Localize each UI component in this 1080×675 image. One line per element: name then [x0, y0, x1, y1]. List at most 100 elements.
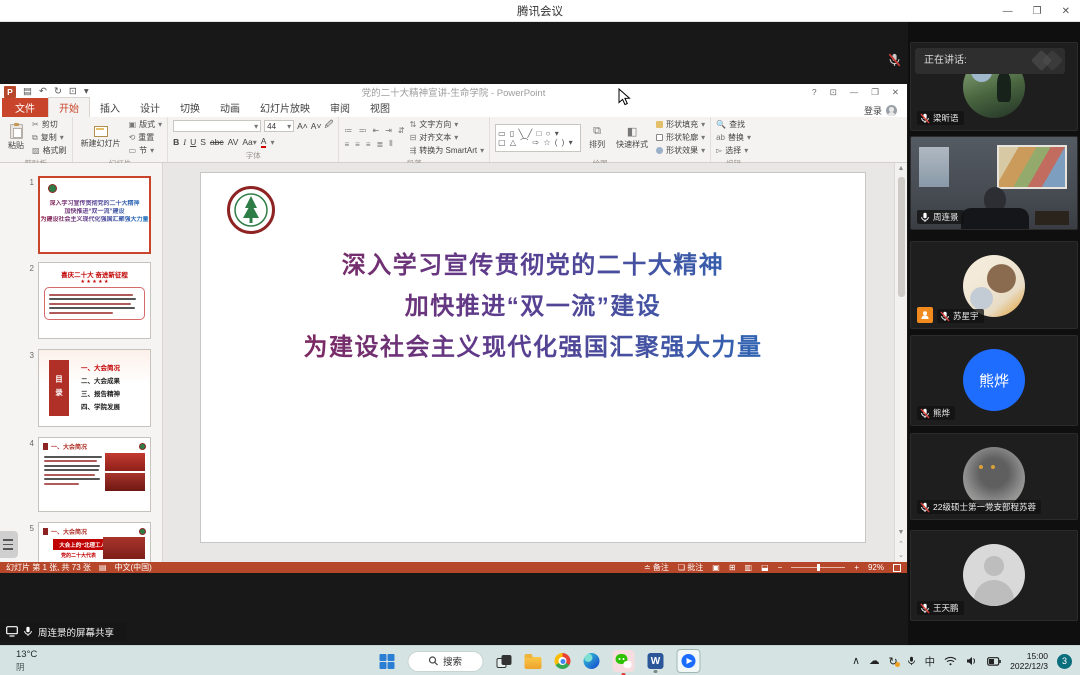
edge-button[interactable]: [584, 653, 600, 669]
justify-icon[interactable]: ≣: [377, 140, 384, 149]
normal-view-icon[interactable]: ▣: [712, 563, 720, 572]
align-center-icon[interactable]: ≡: [355, 140, 360, 149]
ppt-close-icon[interactable]: ✕: [892, 87, 899, 98]
copy-button[interactable]: ⧉复制 ▾: [32, 132, 67, 143]
font-color-button[interactable]: A: [261, 136, 267, 148]
spellcheck-icon[interactable]: ▤: [99, 563, 107, 572]
sync-icon[interactable]: ↻: [888, 655, 897, 668]
zoom-slider[interactable]: [791, 567, 845, 568]
search-box[interactable]: 搜索: [408, 651, 484, 672]
underline-button[interactable]: U: [190, 137, 196, 147]
grow-font-icon[interactable]: A˄: [297, 121, 308, 131]
chrome-button[interactable]: [555, 653, 571, 669]
zoom-level[interactable]: 92%: [868, 563, 884, 572]
reset-button[interactable]: ⟲重置: [129, 132, 163, 143]
character-spacing-button[interactable]: AV: [228, 137, 239, 147]
powerpoint-logo-icon[interactable]: P: [4, 86, 16, 98]
find-button[interactable]: 🔍查找: [716, 119, 751, 130]
ppt-minimize-icon[interactable]: —: [850, 87, 859, 97]
font-name-combo[interactable]: ▾: [173, 120, 261, 132]
slide-thumbnail-4[interactable]: 一、大会简况: [38, 437, 151, 512]
numbering-icon[interactable]: ≕: [358, 126, 366, 135]
previous-slide-icon[interactable]: ⌃: [895, 540, 907, 548]
language-indicator[interactable]: 中文(中国): [114, 562, 151, 573]
zoom-in-icon[interactable]: +: [854, 563, 859, 572]
text-direction-button[interactable]: ⇅文字方向 ▾: [410, 119, 485, 130]
minimize-icon[interactable]: —: [1003, 6, 1013, 17]
participant-tile[interactable]: 22级硕士第一党支部程苏蓉: [910, 433, 1078, 520]
paste-button[interactable]: 粘贴: [5, 124, 27, 151]
comments-button[interactable]: ❏ 批注: [678, 562, 703, 573]
cut-button[interactable]: ✂剪切: [32, 119, 67, 130]
replace-button[interactable]: ab替换 ▾: [716, 132, 751, 143]
weather-widget[interactable]: 13°C 阴: [16, 649, 37, 673]
layout-button[interactable]: ▣版式 ▾: [129, 119, 163, 130]
clock[interactable]: 15:00 2022/12/3: [1010, 651, 1048, 671]
arrange-button[interactable]: ⧉ 排列: [586, 125, 608, 150]
tab-insert[interactable]: 插入: [90, 98, 130, 117]
shapes-gallery[interactable]: ▭ ▯ ╲ ╱ □ ○ ▾ ▢ △ ⌒ ⇨ ☆ ( ) ▾: [495, 124, 581, 152]
decrease-indent-icon[interactable]: ⇤: [372, 126, 379, 135]
tab-transitions[interactable]: 切换: [170, 98, 210, 117]
slide-canvas[interactable]: 深入学习宣传贯彻党的二十大精神 加快推进“双一流”建设 为建设社会主义现代化强国…: [164, 163, 894, 562]
tab-file[interactable]: 文件: [2, 98, 48, 117]
italic-button[interactable]: I: [183, 137, 186, 147]
align-right-icon[interactable]: ≡: [366, 140, 371, 149]
participant-tile[interactable]: 苏星宇: [910, 241, 1078, 329]
slide-sorter-view-icon[interactable]: ⊞: [729, 563, 736, 572]
close-icon[interactable]: ✕: [1062, 6, 1070, 17]
smartart-button[interactable]: ⇶转换为 SmartArt ▾: [410, 145, 485, 156]
new-slide-button[interactable]: 新建幻灯片: [78, 126, 124, 149]
screen-share-chip[interactable]: 周连景的屏幕共享: [0, 622, 126, 641]
font-size-combo[interactable]: 44▾: [264, 120, 294, 132]
ppt-restore-icon[interactable]: ❐: [871, 87, 879, 98]
tab-review[interactable]: 审阅: [320, 98, 360, 117]
select-button[interactable]: ▻选择 ▾: [716, 145, 751, 156]
maximize-icon[interactable]: ❐: [1033, 6, 1042, 17]
current-slide[interactable]: 深入学习宣传贯彻党的二十大精神 加快推进“双一流”建设 为建设社会主义现代化强国…: [200, 172, 866, 543]
scrollbar-thumb[interactable]: [898, 177, 905, 297]
notification-badge[interactable]: 3: [1057, 654, 1072, 669]
fit-slide-icon[interactable]: [893, 564, 901, 572]
scroll-down-icon[interactable]: ▼: [895, 529, 907, 536]
slide-thumbnail-2[interactable]: 喜庆二十大 奋进新征程 ★ ★ ★ ★ ★: [38, 262, 151, 339]
help-icon[interactable]: ?: [812, 87, 817, 97]
next-slide-icon[interactable]: ⌄: [895, 551, 907, 559]
wifi-icon[interactable]: [944, 656, 957, 666]
slideshow-view-icon[interactable]: ⬓: [761, 563, 769, 572]
columns-icon[interactable]: ⫴: [389, 139, 392, 149]
bullets-icon[interactable]: ≔: [344, 126, 352, 135]
align-left-icon[interactable]: ≡: [344, 140, 349, 149]
tab-view[interactable]: 视图: [360, 98, 400, 117]
clear-formatting-icon[interactable]: 🖉: [324, 119, 333, 133]
shrink-font-icon[interactable]: A˅: [311, 121, 322, 131]
word-button[interactable]: W: [648, 653, 664, 669]
quick-styles-button[interactable]: ◧ 快速样式: [613, 125, 651, 150]
strikethrough-button[interactable]: abc: [210, 137, 224, 147]
reading-view-icon[interactable]: ▥: [745, 563, 753, 572]
task-view-button[interactable]: [497, 655, 512, 668]
wechat-button[interactable]: [613, 650, 635, 672]
sign-in-button[interactable]: 登录: [864, 104, 907, 117]
tencent-meeting-button[interactable]: [677, 649, 701, 673]
battery-icon[interactable]: [987, 657, 1001, 666]
ime-indicator[interactable]: 中: [925, 654, 936, 669]
participant-tile[interactable]: 王天鹏: [910, 530, 1078, 621]
meeting-panel-toggle[interactable]: [0, 531, 18, 558]
slide-thumbnail-5[interactable]: 一、大会简况 大会上的“北理工人” 党的二十大代表: [38, 522, 151, 562]
start-button[interactable]: [380, 654, 395, 669]
shape-fill-button[interactable]: 形状填充 ▾: [656, 119, 705, 130]
slide-thumbnail-panel[interactable]: 1 深入学习宣传贯彻党的二十大精神 加快推进“双一流”建设 为建设社会主义现代化…: [0, 163, 163, 562]
section-button[interactable]: ▭节 ▾: [129, 145, 163, 156]
slide-thumbnail-3[interactable]: 目录 一、大会简况 二、大会成果 三、报告精神 四、学院发展: [38, 349, 151, 427]
line-spacing-icon[interactable]: ⇵: [398, 126, 405, 135]
ribbon-options-icon[interactable]: ⊡: [830, 87, 837, 98]
shape-effects-button[interactable]: 形状效果 ▾: [656, 145, 705, 156]
tray-mic-icon[interactable]: [907, 655, 916, 667]
participant-tile[interactable]: 熊烨 熊烨: [910, 335, 1078, 426]
shape-outline-button[interactable]: 形状轮廓 ▾: [656, 132, 705, 143]
tab-home[interactable]: 开始: [48, 97, 90, 117]
file-explorer-button[interactable]: [525, 657, 542, 669]
vertical-scrollbar[interactable]: ▲ ▼ ⌃ ⌄: [894, 163, 907, 562]
scroll-up-icon[interactable]: ▲: [895, 165, 907, 172]
